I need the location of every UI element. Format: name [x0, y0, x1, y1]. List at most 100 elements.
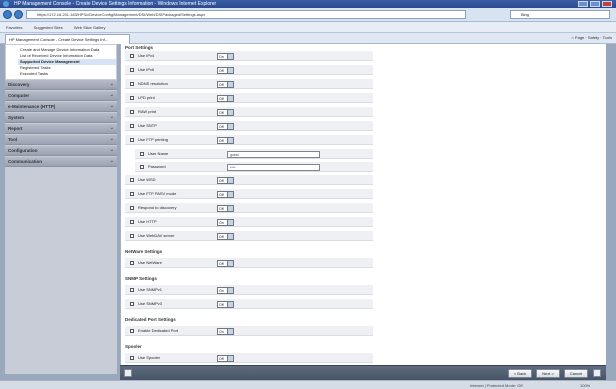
- setting-row: RAW print Off: [125, 107, 373, 117]
- close-button[interactable]: [602, 1, 612, 7]
- setting-row: Use Spooler Off: [125, 353, 373, 363]
- setting-row: Enable Dedicated Port On: [125, 326, 373, 336]
- command-bar: ⌂ Page · Safety · Tools: [571, 35, 612, 40]
- setting-select[interactable]: On: [217, 328, 234, 335]
- back-button[interactable]: < Back: [508, 369, 532, 378]
- sidebar-section-communication[interactable]: Communication: [5, 156, 117, 167]
- setting-checkbox[interactable]: [130, 110, 134, 114]
- maximize-button[interactable]: [590, 1, 600, 7]
- setting-checkbox[interactable]: [130, 288, 134, 292]
- tool-tools[interactable]: Tools: [603, 35, 612, 40]
- setting-checkbox[interactable]: [130, 192, 134, 196]
- expand-icon[interactable]: [124, 369, 132, 377]
- setting-checkbox[interactable]: [130, 302, 134, 306]
- setting-select[interactable]: Off: [217, 123, 234, 130]
- sidebar-section-report[interactable]: Report: [5, 123, 117, 134]
- setting-label: Use NetWare: [138, 260, 162, 265]
- setting-checkbox[interactable]: [130, 82, 134, 86]
- sidebar-links: Create and Manage Device Information Dat…: [6, 45, 116, 79]
- setting-label: User Name: [148, 151, 169, 156]
- tool-safety[interactable]: Safety: [588, 35, 599, 40]
- setting-checkbox[interactable]: [130, 124, 134, 128]
- setting-checkbox[interactable]: [130, 178, 134, 182]
- setting-select[interactable]: Off: [217, 137, 234, 144]
- window-title: HP Management Console - Create Device Se…: [14, 1, 217, 7]
- setting-select[interactable]: Off: [217, 355, 234, 362]
- favorites-link[interactable]: Favorites: [6, 25, 22, 30]
- setting-checkbox[interactable]: [130, 220, 134, 224]
- setting-select[interactable]: Off: [217, 177, 234, 184]
- window-titlebar: HP Management Console - Create Device Se…: [0, 0, 616, 8]
- setting-select[interactable]: Off: [217, 260, 234, 267]
- setting-select[interactable]: Off: [217, 81, 234, 88]
- setting-label: Use IPv6: [138, 67, 155, 72]
- setting-label: RAW print: [138, 109, 157, 114]
- minimize-button[interactable]: [578, 1, 588, 7]
- setting-row: Password ****: [135, 162, 373, 172]
- setting-checkbox[interactable]: [140, 165, 144, 169]
- setting-label: Use FTP PASV mode: [138, 191, 177, 196]
- browser-tab[interactable]: HP Management Console - Create Device Se…: [5, 34, 130, 44]
- setting-select[interactable]: Off: [217, 109, 234, 116]
- setting-select[interactable]: Off: [217, 301, 234, 308]
- setting-checkbox[interactable]: [130, 138, 134, 142]
- sidebar-section-emaintenance[interactable]: e-Maintenance (HTTP): [5, 101, 117, 112]
- setting-label: Use WebDAV server: [138, 233, 175, 238]
- setting-checkbox[interactable]: [130, 261, 134, 265]
- setting-text-input[interactable]: ****: [227, 164, 320, 171]
- setting-checkbox[interactable]: [130, 234, 134, 238]
- favorites-bar: Favorites Suggested Sites Web Slice Gall…: [0, 22, 616, 33]
- setting-checkbox[interactable]: [130, 54, 134, 58]
- info-icon[interactable]: [593, 369, 601, 377]
- setting-row: Use WSD Off: [125, 175, 373, 185]
- url-field[interactable]: https://172.16.201.183/HPSc/DeviceConfig…: [26, 10, 466, 19]
- setting-label: Use HTTP: [138, 219, 157, 224]
- home-icon[interactable]: ⌂: [571, 35, 573, 40]
- setting-label: NDNS resolution: [138, 81, 168, 86]
- setting-label: Use SNMPv1: [138, 287, 163, 292]
- next-button[interactable]: Next >: [536, 369, 560, 378]
- setting-select[interactable]: Off: [217, 67, 234, 74]
- setting-row: Use FTP PASV mode Off: [125, 189, 373, 199]
- setting-label: Use SNMPv3: [138, 301, 163, 306]
- setting-checkbox[interactable]: [130, 68, 134, 72]
- setting-label: Use Spooler: [138, 355, 161, 360]
- sidebar-section-system[interactable]: System: [5, 112, 117, 123]
- forward-nav-icon[interactable]: [14, 10, 23, 19]
- sidebar-section-tool[interactable]: Tool: [5, 134, 117, 145]
- setting-select[interactable]: Off: [217, 205, 234, 212]
- setting-select[interactable]: On: [217, 287, 234, 294]
- setting-select[interactable]: Off: [217, 191, 234, 198]
- setting-row: Use WebDAV server Off: [125, 231, 373, 241]
- sidebar: Create and Manage Device Information Dat…: [5, 44, 118, 374]
- tool-page[interactable]: Page: [575, 35, 584, 40]
- setting-select[interactable]: On: [217, 53, 234, 60]
- search-input[interactable]: Bing: [510, 10, 610, 19]
- setting-checkbox[interactable]: [130, 329, 134, 333]
- setting-text-input[interactable]: guest: [227, 151, 320, 158]
- back-nav-icon[interactable]: [3, 10, 12, 19]
- group-title: Dedicated Port Settings: [125, 317, 176, 322]
- setting-checkbox[interactable]: [130, 206, 134, 210]
- settings-panel: Port Settings Use IPv4 On Use IPv6 Off NDNS …: [120, 44, 606, 365]
- setting-checkbox[interactable]: [130, 356, 134, 360]
- setting-checkbox[interactable]: [140, 152, 144, 156]
- setting-select[interactable]: Off: [217, 95, 234, 102]
- sidebar-section-computer[interactable]: Computer: [5, 90, 117, 101]
- setting-row: Use HTTP On: [125, 217, 373, 227]
- web-slice-link[interactable]: Web Slice Gallery: [74, 25, 106, 30]
- sidebar-link[interactable]: Executed Tasks: [20, 71, 116, 77]
- status-bar: Internet | Protected Mode: Off 100%: [0, 380, 616, 389]
- zoom-level[interactable]: 100%: [580, 381, 590, 389]
- sidebar-section-configuration[interactable]: Configuration: [5, 145, 117, 156]
- setting-select[interactable]: Off: [217, 233, 234, 240]
- security-zone: Internet | Protected Mode: Off: [470, 383, 523, 388]
- setting-row: Respond to discovery Off: [125, 203, 373, 213]
- cancel-button[interactable]: Cancel: [564, 369, 588, 378]
- setting-row: Use SNTP Off: [125, 121, 373, 131]
- group-title: SNMP Settings: [125, 276, 157, 281]
- sidebar-section-discovery[interactable]: Discovery: [5, 79, 117, 90]
- setting-checkbox[interactable]: [130, 96, 134, 100]
- setting-select[interactable]: On: [217, 219, 234, 226]
- suggested-sites-link[interactable]: Suggested Sites: [34, 25, 63, 30]
